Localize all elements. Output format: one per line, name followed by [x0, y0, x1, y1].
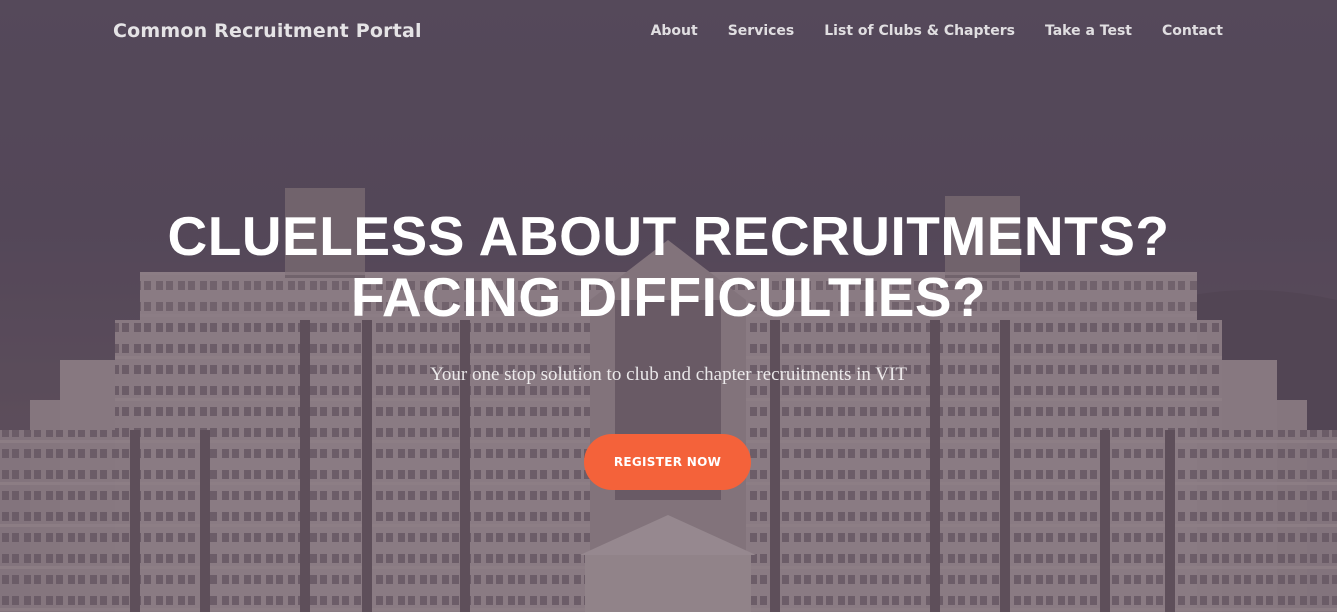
navbar: Common Recruitment Portal About Services… [0, 0, 1337, 66]
headline-line-1: CLUELESS ABOUT RECRUITMENTS? [167, 205, 1170, 267]
nav-links: About Services List of Clubs & Chapters … [651, 23, 1223, 39]
nav-link-about[interactable]: About [651, 23, 698, 39]
hero-headline: CLUELESS ABOUT RECRUITMENTS? FACING DIFF… [0, 206, 1337, 328]
headline-line-2: FACING DIFFICULTIES? [350, 266, 987, 328]
brand-logo-link[interactable]: Common Recruitment Portal [113, 20, 422, 42]
register-now-button[interactable]: REGISTER NOW [584, 434, 751, 490]
nav-link-contact[interactable]: Contact [1162, 23, 1223, 39]
nav-link-take-a-test[interactable]: Take a Test [1045, 23, 1132, 39]
hero-subtitle: Your one stop solution to club and chapt… [430, 364, 907, 385]
nav-link-services[interactable]: Services [728, 23, 795, 39]
nav-link-clubs-chapters[interactable]: List of Clubs & Chapters [824, 23, 1015, 39]
